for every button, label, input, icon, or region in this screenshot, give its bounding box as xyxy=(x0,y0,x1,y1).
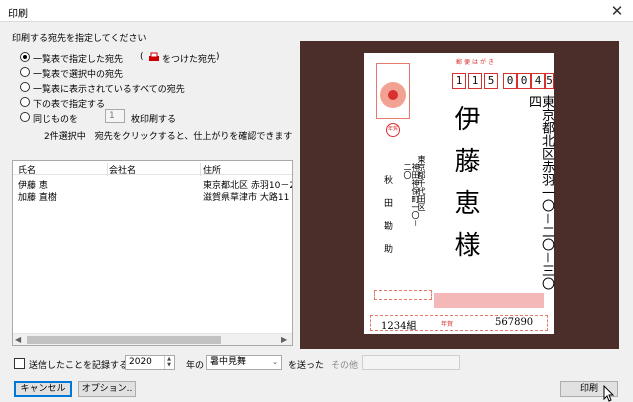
mouse-cursor-icon xyxy=(603,385,615,402)
year-input[interactable]: 2020 ▲ ▼ xyxy=(125,355,175,370)
radio-button[interactable] xyxy=(20,52,30,62)
recipient-name: 伊藤恵様 xyxy=(450,105,480,273)
year-seal: 年賀 xyxy=(386,123,400,137)
cell-address: 滋賀県草津市 大路11 xyxy=(203,193,290,203)
copies-input[interactable]: 1 xyxy=(105,109,125,123)
cell-name: 加藤 直樹 xyxy=(18,193,57,203)
radio-button[interactable] xyxy=(20,82,30,92)
options-button[interactable]: オプション.. xyxy=(78,381,136,397)
radio-label: 一覧表に表示されているすべての宛先 xyxy=(33,85,185,95)
zip-digit: 4 xyxy=(531,73,545,89)
lottery-mark: 年賀 xyxy=(441,321,454,328)
table-row[interactable]: 伊藤 恵 東京都北区 赤羽10－2 xyxy=(13,178,292,191)
title-bar: 印刷 ✕ xyxy=(0,0,633,22)
other-label: その他 xyxy=(331,361,359,371)
year-spinner-icon[interactable]: ▲ ▼ xyxy=(164,356,173,369)
radio-label: 一覧表で選択中の宛先 xyxy=(33,70,124,80)
record-label[interactable]: 送信したことを記録する xyxy=(29,358,128,371)
window-title: 印刷 xyxy=(8,9,28,20)
printer-mark-icon xyxy=(149,52,159,61)
cancel-button[interactable]: キャンセル xyxy=(14,381,72,397)
radio-button[interactable] xyxy=(20,67,30,77)
greeting-type-value: 暑中見舞 xyxy=(210,357,247,367)
chevron-down-icon[interactable]: ⌄ xyxy=(272,356,278,369)
postcard-header: 郵便はがき xyxy=(456,59,497,66)
zip-digit: 0 xyxy=(503,73,517,89)
zip-digit: 1 xyxy=(468,73,482,89)
lottery-row: 1234組 年賀 567890 xyxy=(370,315,548,332)
sender-name: 秋田勘助 xyxy=(382,175,392,267)
radio-label: 一覧表で指定した宛先 xyxy=(33,55,124,65)
horizontal-scrollbar[interactable]: ◀ ▶ xyxy=(13,333,292,345)
column-header-company[interactable]: 会社名 xyxy=(109,163,201,176)
radio-label: 同じものを xyxy=(33,115,79,125)
selection-info: 2件選択中 宛先をクリックすると、仕上がりを確認できます xyxy=(44,132,293,142)
prompt-label: 印刷する宛先を指定してください xyxy=(12,34,147,44)
column-header-name[interactable]: 氏名 xyxy=(18,163,108,176)
column-header-address[interactable]: 住所 xyxy=(203,163,221,176)
scroll-left-icon[interactable]: ◀ xyxy=(15,335,21,344)
greeting-type-select[interactable]: 暑中見舞 ⌄ xyxy=(206,355,282,370)
marked-note-label: をつけた宛先 xyxy=(162,55,217,65)
table-header: 氏名 会社名 住所 xyxy=(13,161,292,176)
sent-label: を送った xyxy=(288,361,325,371)
sender-zip-boxes xyxy=(374,290,432,300)
radio-button[interactable] xyxy=(20,112,30,122)
lottery-group: 1234組 xyxy=(381,321,417,332)
lottery-band xyxy=(434,293,544,308)
other-input[interactable] xyxy=(362,355,460,370)
zip-digit: 5 xyxy=(545,73,554,89)
stamp-box xyxy=(376,63,410,119)
address-table[interactable]: 氏名 会社名 住所 伊藤 恵 東京都北区 赤羽10－2 加藤 直樹 滋賀県草津市… xyxy=(12,160,293,346)
close-icon[interactable]: ✕ xyxy=(606,1,628,21)
lottery-number: 567890 xyxy=(495,317,534,328)
zip-digit: 1 xyxy=(452,73,466,89)
record-checkbox[interactable] xyxy=(14,358,25,369)
radio-label: 下の表で指定する xyxy=(33,100,106,110)
zip-digit: 0 xyxy=(517,73,531,89)
scrollbar-thumb[interactable] xyxy=(27,336,221,344)
copies-suffix: 枚印刷する xyxy=(131,115,177,125)
year-value: 2020 xyxy=(129,357,152,367)
recipient-address: 東京都北区赤羽一〇－二〇－三〇四 xyxy=(526,95,554,291)
radio-button[interactable] xyxy=(20,97,30,107)
sender-address-2: 神田神保町一〇－二〇 xyxy=(403,163,420,227)
year-suffix: 年の xyxy=(186,361,205,371)
postcard-preview: 年賀 郵便はがき 1 1 5 0 0 4 5 東京都北区赤羽一〇－二〇－三〇四 … xyxy=(364,53,554,334)
scroll-right-icon[interactable]: ▶ xyxy=(281,335,287,344)
zip-digit: 5 xyxy=(484,73,498,89)
table-row[interactable]: 加藤 直樹 滋賀県草津市 大路11 xyxy=(13,190,292,203)
